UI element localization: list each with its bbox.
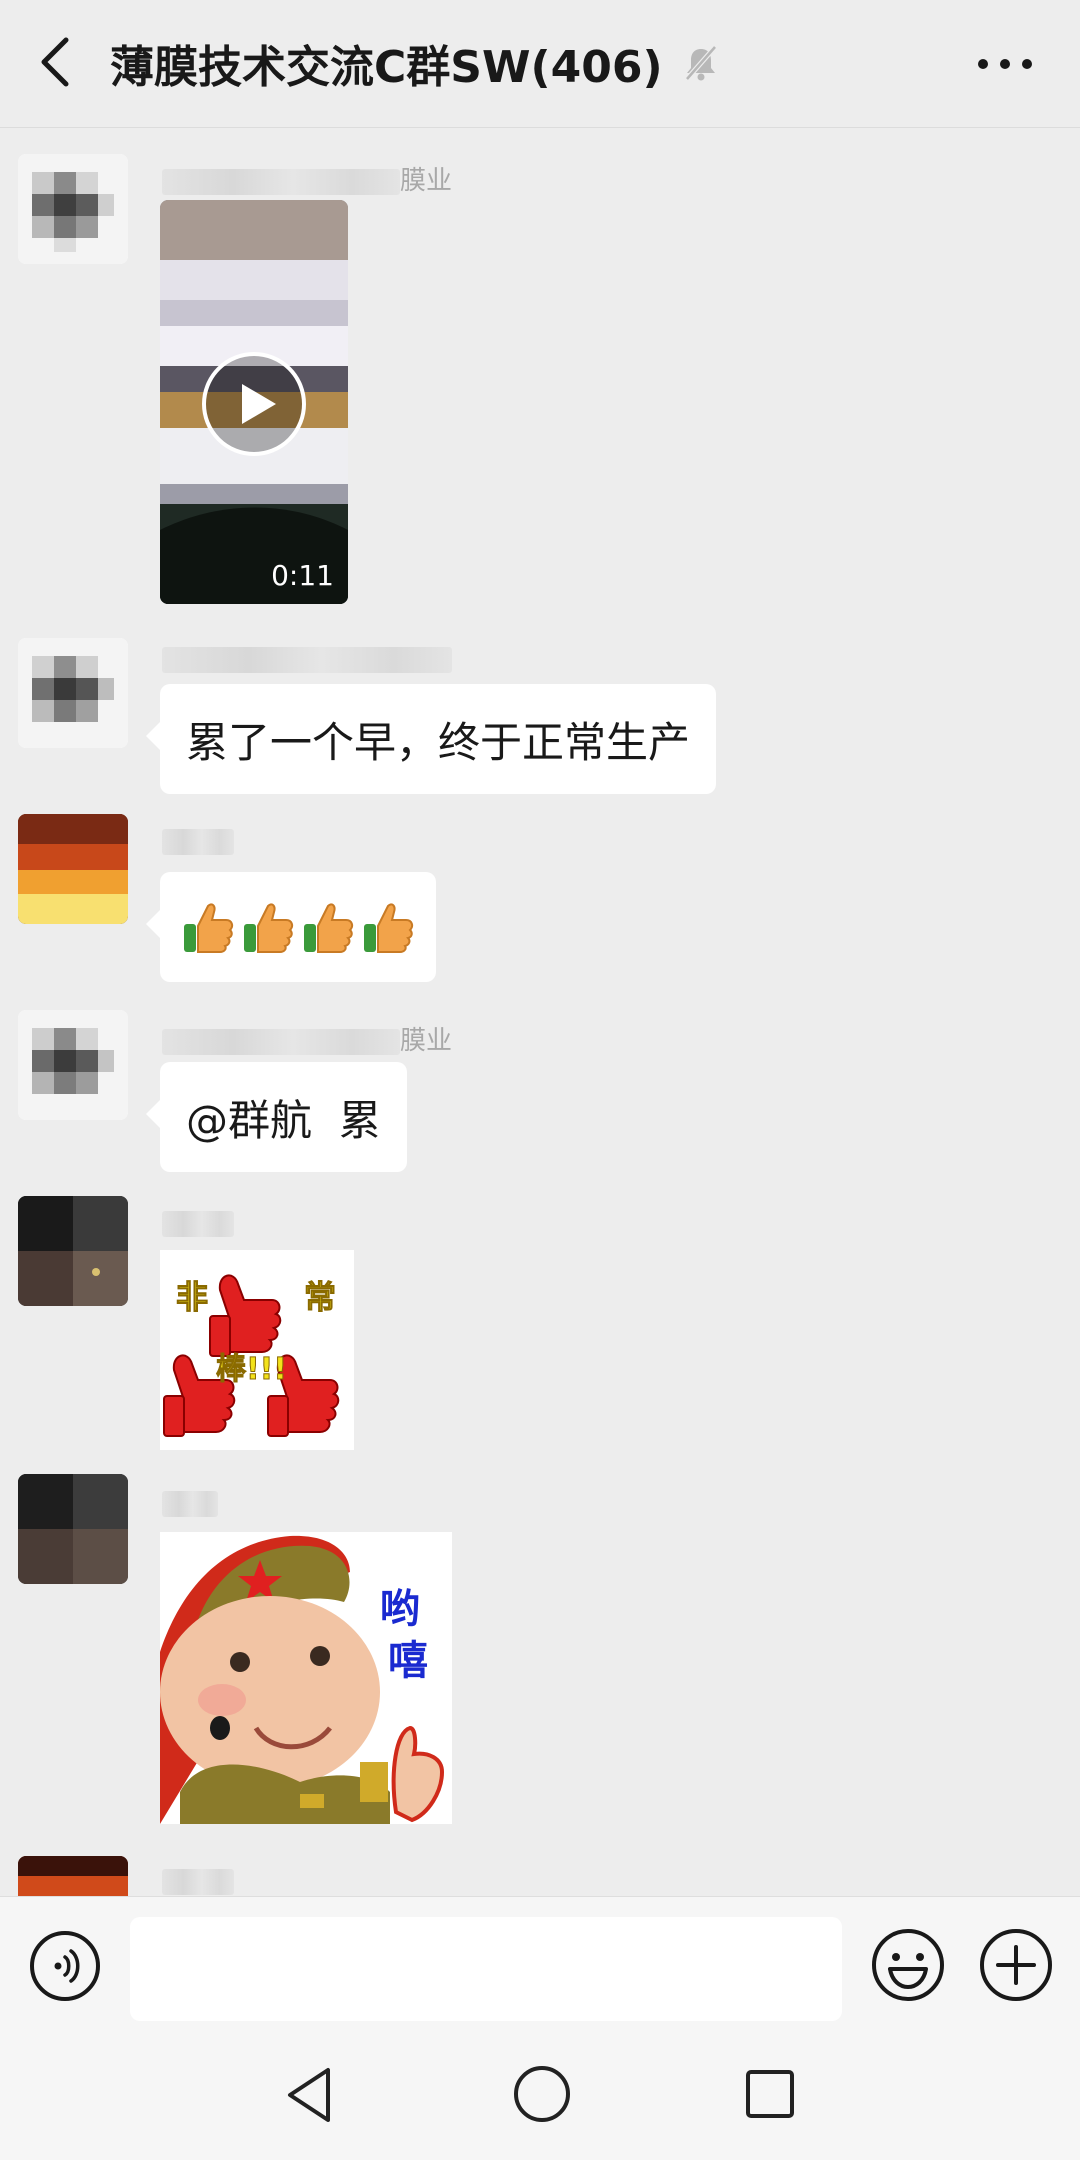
more-button[interactable] xyxy=(970,36,1040,92)
message-bubble[interactable] xyxy=(146,872,436,982)
more-dots-icon xyxy=(978,59,1032,69)
sender-name xyxy=(162,826,234,860)
message-bubble[interactable]: 累了一个早，终于正常生产 xyxy=(145,684,717,794)
sender-name: 膜业 xyxy=(162,160,453,196)
thumbs-up-icon xyxy=(364,903,414,953)
thumbs-up-icon xyxy=(244,903,294,953)
play-icon[interactable] xyxy=(200,350,308,458)
sender-name: 膜业 xyxy=(162,1020,453,1056)
thumbs-up-icon xyxy=(304,903,354,953)
bell-off-icon xyxy=(684,45,717,81)
back-button[interactable] xyxy=(28,30,84,94)
video-duration: 0:11 xyxy=(271,559,334,592)
plus-icon[interactable] xyxy=(978,1927,1054,2003)
avatar[interactable] xyxy=(18,1196,128,1306)
message-text: 累了一个早，终于正常生产 xyxy=(186,717,691,767)
sticker-message[interactable]: 哟 嘻 xyxy=(160,1532,452,1824)
message-input[interactable] xyxy=(130,1917,842,2021)
sticker-text: 棒!!! xyxy=(215,1352,288,1388)
chevron-left-icon xyxy=(41,37,69,87)
avatar[interactable] xyxy=(18,154,128,264)
sender-name xyxy=(162,1208,234,1242)
chat-message-list[interactable]: 膜业 0:11 累了一个早，终于正常生产 膜业 @群航 累 非 常 棒!!! 哟… xyxy=(0,128,1080,1896)
sender-name-text: 膜业 xyxy=(400,1026,453,1056)
message-bubble[interactable]: @群航 累 xyxy=(146,1062,407,1172)
system-nav-bar xyxy=(0,2032,1080,2160)
sender-name xyxy=(162,1866,234,1896)
message-text: @群航 累 xyxy=(186,1095,381,1145)
sticker-text: 非 xyxy=(175,1278,209,1317)
sticker-text: 嘻 xyxy=(388,1638,428,1684)
chat-title: 薄膜技术交流C群SW(406) xyxy=(110,42,663,93)
nav-home-circle-icon[interactable] xyxy=(510,2062,574,2126)
sender-name-text: 膜业 xyxy=(400,166,453,196)
thumbs-up-icon xyxy=(184,903,234,953)
voice-icon[interactable] xyxy=(28,1929,102,2003)
title-wrap: 薄膜技术交流C群SW(406) xyxy=(110,28,721,98)
avatar[interactable] xyxy=(18,638,128,748)
smiley-icon[interactable] xyxy=(870,1927,946,2003)
sticker-text: 哟 xyxy=(380,1586,420,1632)
sticker-message[interactable]: 非 常 棒!!! xyxy=(160,1250,354,1450)
input-bar xyxy=(0,1896,1080,2032)
avatar[interactable] xyxy=(18,1010,128,1120)
nav-recents-square-icon[interactable] xyxy=(740,2064,800,2124)
avatar[interactable] xyxy=(18,814,128,924)
nav-back-triangle-icon[interactable] xyxy=(280,2062,340,2128)
video-message[interactable]: 0:11 xyxy=(160,200,348,604)
sticker-text: 常 xyxy=(303,1278,337,1317)
sender-name xyxy=(162,1488,218,1522)
chat-header: 薄膜技术交流C群SW(406) xyxy=(0,0,1080,128)
sender-name xyxy=(162,644,452,678)
avatar[interactable] xyxy=(18,1474,128,1584)
avatar[interactable] xyxy=(18,1856,128,1896)
